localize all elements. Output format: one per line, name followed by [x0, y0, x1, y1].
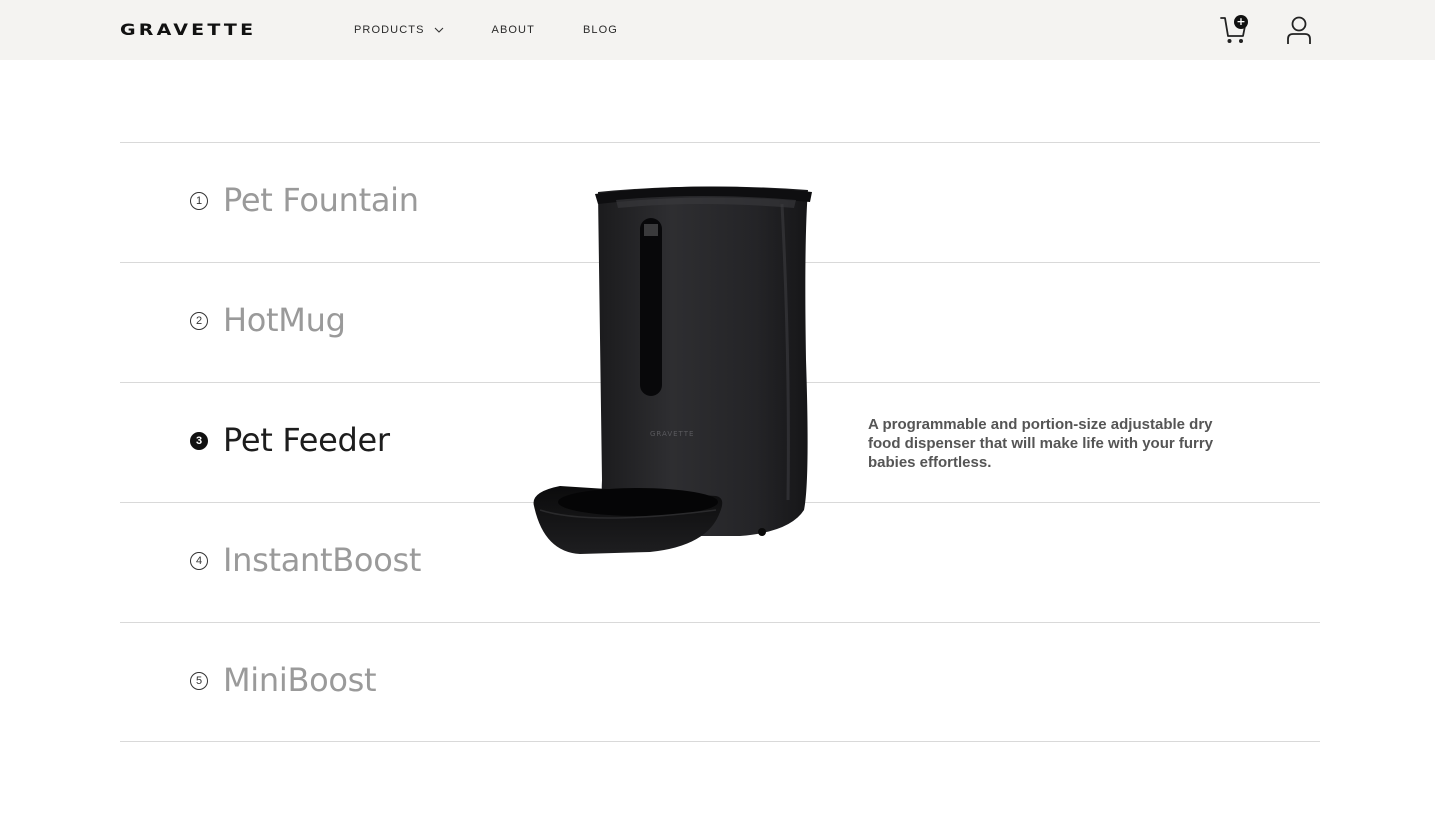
product-row-instantboost[interactable]: 4 InstantBoost [120, 502, 1320, 622]
logo-text: GRAVETTE [120, 20, 257, 40]
site-header: GRAVETTE PRODUCTS ABOUT BLOG + [0, 0, 1435, 60]
product-name: MiniBoost [223, 661, 377, 699]
product-row-pet-fountain[interactable]: 1 Pet Fountain [120, 142, 1320, 262]
nav-about-label: ABOUT [491, 24, 535, 36]
product-name: HotMug [223, 301, 346, 339]
nav-about[interactable]: ABOUT [492, 0, 535, 60]
nav-blog-label: BLOG [582, 24, 618, 36]
product-number: 2 [190, 312, 208, 330]
product-number: 1 [190, 192, 208, 210]
cart-badge: + [1234, 15, 1248, 29]
product-row-miniboost[interactable]: 5 MiniBoost [120, 622, 1320, 742]
main-nav: PRODUCTS ABOUT BLOG [354, 0, 618, 60]
product-row-hotmug[interactable]: 2 HotMug [120, 262, 1320, 382]
account-button[interactable] [1285, 15, 1313, 45]
product-number: 3 [190, 432, 208, 450]
product-row-pet-feeder[interactable]: 3 Pet Feeder A programmable and portion-… [120, 382, 1320, 502]
gravette-logo[interactable]: GRAVETTE [120, 20, 300, 40]
nav-products[interactable]: PRODUCTS [354, 0, 444, 60]
nav-products-label: PRODUCTS [354, 24, 425, 36]
product-number: 5 [190, 672, 208, 690]
user-icon [1287, 16, 1311, 44]
product-name: Pet Feeder [223, 421, 390, 459]
nav-blog[interactable]: BLOG [583, 0, 618, 60]
product-list: 1 Pet Fountain 2 HotMug 3 Pet Feeder A p… [120, 142, 1320, 742]
chevron-down-icon [434, 25, 444, 35]
cart-button[interactable]: + [1219, 14, 1251, 46]
product-name: Pet Fountain [223, 181, 419, 219]
product-description: A programmable and portion-size adjustab… [868, 416, 1214, 471]
product-name: InstantBoost [223, 541, 422, 579]
product-number: 4 [190, 552, 208, 570]
